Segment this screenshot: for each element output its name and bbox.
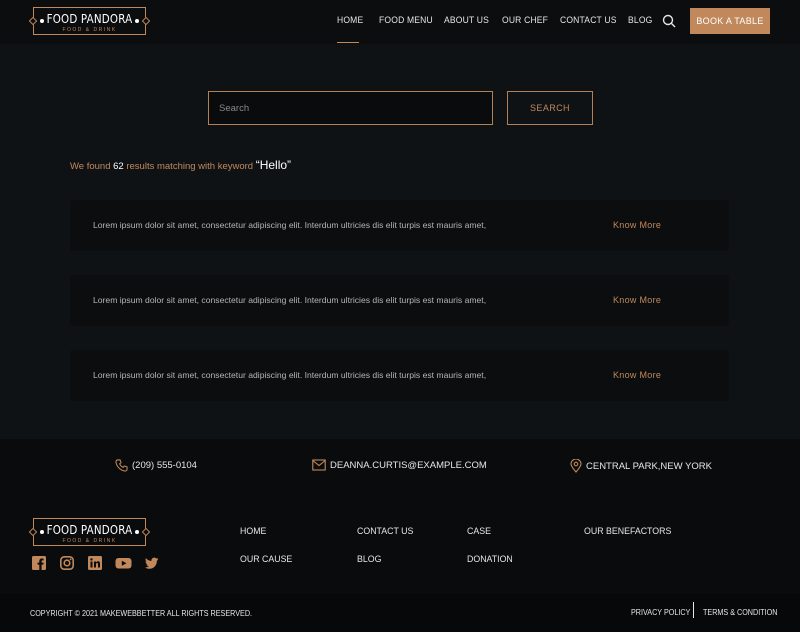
- result-card: Lorem ipsum dolor sit amet, consectetur …: [70, 200, 729, 251]
- linkedin-icon[interactable]: [88, 556, 102, 570]
- email-address: DEANNA.CURTIS@EXAMPLE.COM: [330, 459, 487, 471]
- logo-notch-left: [28, 527, 38, 537]
- book-table-button[interactable]: BOOK A TABLE: [690, 8, 770, 34]
- logo-notch-right: [141, 16, 151, 26]
- nav-active-indicator: [337, 42, 359, 43]
- result-card: Lorem ipsum dolor sit amet, consectetur …: [70, 275, 729, 326]
- logo-notch-left: [28, 16, 38, 26]
- search-icon[interactable]: [662, 14, 676, 28]
- know-more-link[interactable]: Know More: [613, 220, 661, 230]
- footer-link-our-cause[interactable]: OUR CAUSE: [240, 554, 292, 564]
- copyright-text: COPYRIGHT © 2021 MAKEWEBBETTER ALL RIGHT…: [30, 609, 253, 618]
- nav-our-chef[interactable]: OUR CHEF: [502, 15, 548, 26]
- phone-number: (209) 555-0104: [132, 460, 197, 471]
- location-pin-icon: [570, 459, 582, 473]
- search-input[interactable]: [208, 91, 493, 125]
- youtube-icon[interactable]: [115, 556, 132, 570]
- results-middle: results matching with keyword: [126, 161, 254, 172]
- result-text: Lorem ipsum dolor sit amet, consectetur …: [93, 370, 487, 380]
- results-summary: We found 62 results matching with keywor…: [70, 158, 291, 172]
- result-card: Lorem ipsum dolor sit amet, consectetur …: [70, 350, 729, 401]
- nav-contact-us[interactable]: CONTACT US: [560, 15, 617, 26]
- nav-home[interactable]: HOME: [337, 15, 363, 26]
- brand-logo[interactable]: FOOD PANDORA FOOD & DRINK: [28, 7, 151, 35]
- phone-icon: [115, 459, 128, 472]
- privacy-policy-link[interactable]: PRIVACY POLICY: [631, 608, 690, 617]
- logo-notch-right: [141, 527, 151, 537]
- site-footer: (209) 555-0104 DEANNA.CURTIS@EXAMPLE.COM…: [0, 439, 800, 632]
- twitter-icon[interactable]: [145, 556, 159, 570]
- footer-link-home[interactable]: HOME: [240, 526, 266, 536]
- nav-about-us[interactable]: ABOUT US: [444, 15, 489, 26]
- brand-name: FOOD PANDORA: [46, 12, 133, 26]
- footer-link-contact-us[interactable]: CONTACT US: [357, 526, 413, 536]
- result-text: Lorem ipsum dolor sit amet, consectetur …: [93, 220, 487, 230]
- brand-tagline: FOOD & DRINK: [62, 27, 117, 33]
- know-more-link[interactable]: Know More: [613, 295, 661, 305]
- footer-link-blog[interactable]: BLOG: [357, 554, 381, 564]
- footer-brand-logo[interactable]: FOOD PANDORA FOOD & DRINK: [28, 518, 151, 546]
- contact-phone[interactable]: (209) 555-0104: [115, 459, 197, 472]
- legal-divider: [693, 602, 694, 618]
- result-text: Lorem ipsum dolor sit amet, consectetur …: [93, 295, 487, 305]
- mail-icon: [312, 459, 326, 471]
- brand-tagline: FOOD & DRINK: [62, 538, 117, 544]
- nav-food-menu[interactable]: FOOD MENU: [379, 15, 433, 26]
- search-button[interactable]: SEARCH: [507, 91, 593, 125]
- results-prefix: We found: [70, 161, 111, 172]
- footer-bottom-bar: COPYRIGHT © 2021 MAKEWEBBETTER ALL RIGHT…: [0, 594, 800, 632]
- facebook-icon[interactable]: [32, 556, 46, 570]
- results-count: 62: [113, 161, 124, 172]
- terms-condition-link[interactable]: TERMS & CONDITION: [703, 608, 777, 617]
- nav-blog[interactable]: BLOG: [628, 15, 652, 26]
- footer-link-donation[interactable]: DONATION: [467, 554, 513, 564]
- footer-link-our-benefactors[interactable]: OUR BENEFACTORS: [584, 526, 671, 536]
- footer-link-case[interactable]: CASE: [467, 526, 491, 536]
- site-header: FOOD PANDORA FOOD & DRINK HOME FOOD MENU…: [0, 0, 800, 44]
- results-keyword: “Hello”: [255, 158, 292, 172]
- contact-address[interactable]: CENTRAL PARK,NEW YORK: [570, 459, 712, 473]
- contact-email[interactable]: DEANNA.CURTIS@EXAMPLE.COM: [312, 459, 487, 471]
- address-text: CENTRAL PARK,NEW YORK: [586, 460, 712, 472]
- brand-name: FOOD PANDORA: [46, 523, 133, 537]
- know-more-link[interactable]: Know More: [613, 370, 661, 380]
- instagram-icon[interactable]: [60, 556, 74, 570]
